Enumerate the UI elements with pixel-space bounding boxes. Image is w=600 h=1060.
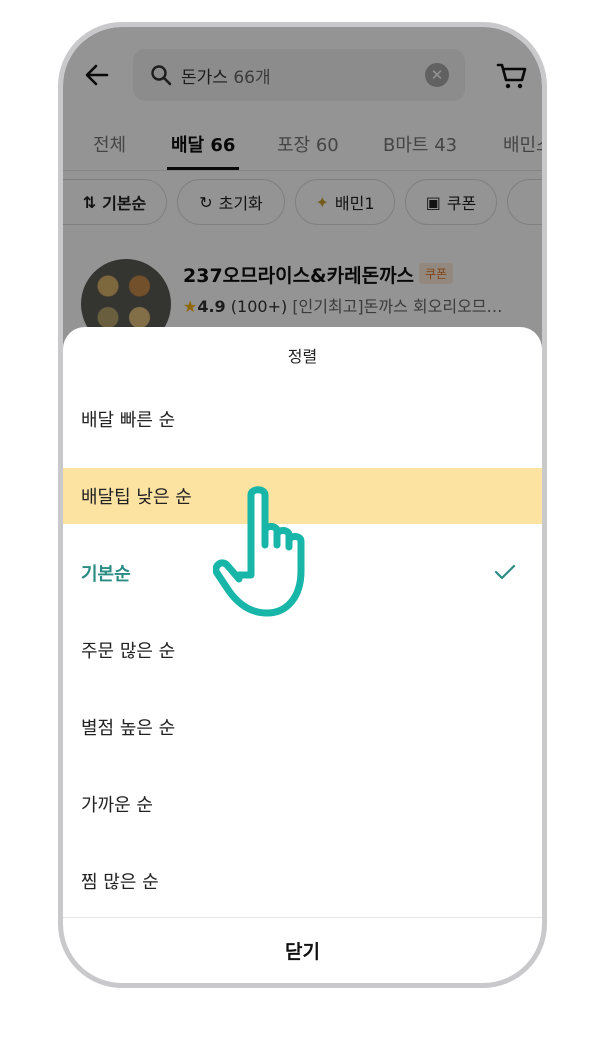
sort-option-high-rating[interactable]: 별점 높은 순 — [63, 699, 542, 755]
sheet-title: 정렬 — [287, 347, 318, 366]
sort-option-most-orders[interactable]: 주문 많은 순 — [63, 622, 542, 678]
checkmark-icon — [494, 564, 516, 580]
sheet-divider — [63, 917, 542, 918]
screen: 돈가스 66개 ✕ 전체 배달 66 포장 60 B마트 43 배민스 — [63, 27, 542, 983]
sort-option-nearest[interactable]: 가까운 순 — [63, 776, 542, 832]
sort-option-fast-delivery[interactable]: 배달 빠른 순 — [63, 391, 542, 447]
sort-option-most-likes[interactable]: 찜 많은 순 — [63, 853, 542, 909]
phone-frame: 돈가스 66개 ✕ 전체 배달 66 포장 60 B마트 43 배민스 — [58, 22, 547, 988]
sort-bottom-sheet: 정렬 배달 빠른 순 배달팁 낮은 순 기본순 주문 많은 순 별점 높은 순 … — [63, 327, 542, 983]
close-button[interactable]: 닫기 — [63, 919, 542, 981]
pointing-hand-icon — [213, 486, 305, 617]
